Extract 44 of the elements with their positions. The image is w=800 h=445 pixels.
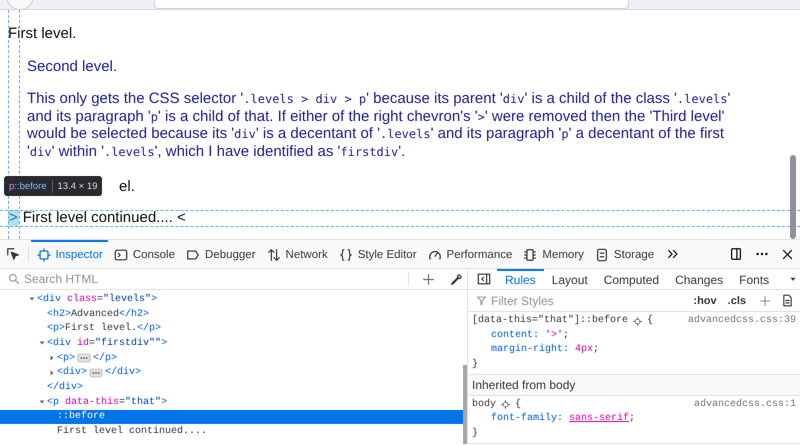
class-toggle[interactable]: .cls — [724, 294, 749, 306]
markup-node[interactable]: <div id="firstdiv""> — [0, 336, 463, 351]
css-declaration[interactable]: font-family: sans-serif; — [472, 412, 796, 426]
hover-toggle[interactable]: :hov — [690, 294, 720, 306]
brace: } — [472, 358, 478, 370]
brace: } — [472, 428, 478, 438]
devtools-tab[interactable]: Performance — [422, 240, 518, 268]
devtools-tab[interactable]: Memory — [518, 240, 590, 268]
paragraph: This only gets the CSS selector '.levels > div > p' because its parent 'div' is a child of the class '.levels' and its paragraph 'p' is a child of that. If either of the right chevron's '>' were removed then the 'Third level' would be selected because its 'div' is a decentant of '.levels' and its paragraph 'p' a decentant of the first 'div' within '.levels', which I have identified as 'firstdiv'. — [27, 90, 732, 160]
devtools-tab[interactable]: Network — [261, 240, 334, 268]
sidebar-tab[interactable]: Rules — [497, 269, 544, 289]
brace: { — [515, 398, 522, 412]
sidebar-tab[interactable]: Layout — [544, 269, 596, 289]
source-link[interactable]: advancedcss.css:1 — [694, 398, 796, 412]
markup-node[interactable]: <p data-this="that"> — [0, 394, 463, 410]
css-declaration[interactable]: content: '>'; — [472, 328, 796, 343]
paragraph: First level continued.... < — [22, 210, 186, 226]
section-header: Inherited from body — [468, 375, 800, 396]
sidebar-tab[interactable]: Changes — [667, 269, 732, 289]
devtools-tab[interactable]: Debugger — [180, 240, 262, 268]
markup-node[interactable]: First level continued.... — [0, 424, 463, 439]
sidebar-tab[interactable]: Fonts — [731, 269, 778, 289]
markup-node[interactable]: <div class="levels"> — [0, 292, 463, 307]
css-selector: body — [472, 398, 496, 412]
css-declaration[interactable]: margin-right: 4px; — [472, 343, 796, 358]
markup-node[interactable]: <div> </div> — [0, 365, 463, 380]
markup-node[interactable]: </div> — [0, 380, 463, 395]
paragraph: Second level. — [27, 58, 118, 76]
paragraph: First level. — [8, 25, 76, 43]
brace: { — [647, 314, 654, 328]
devtools-tab[interactable]: Storage — [589, 240, 660, 268]
markup-node[interactable]: <h2>Advanced</h2> — [0, 306, 463, 322]
markup-node[interactable]: <p> </p> — [0, 350, 463, 366]
css-selector: [data-this="that"]::before — [472, 314, 628, 328]
paragraph: el. — [119, 178, 135, 196]
source-link[interactable]: advancedcss.css:39 — [688, 314, 796, 328]
tooltip-selector: p::before — [9, 180, 47, 192]
sidebar-tab[interactable]: Computed — [596, 269, 668, 289]
pseudo-element-highlight: > — [8, 210, 19, 226]
markup-node[interactable]: ::before — [0, 410, 463, 424]
markup-node[interactable]: <p>First level.</p> — [0, 321, 463, 336]
devtools-tab[interactable]: Console — [108, 240, 181, 268]
devtools-tab[interactable]: Style Editor — [333, 240, 422, 268]
tooltip-size: 13.4 × 19 — [58, 180, 98, 192]
